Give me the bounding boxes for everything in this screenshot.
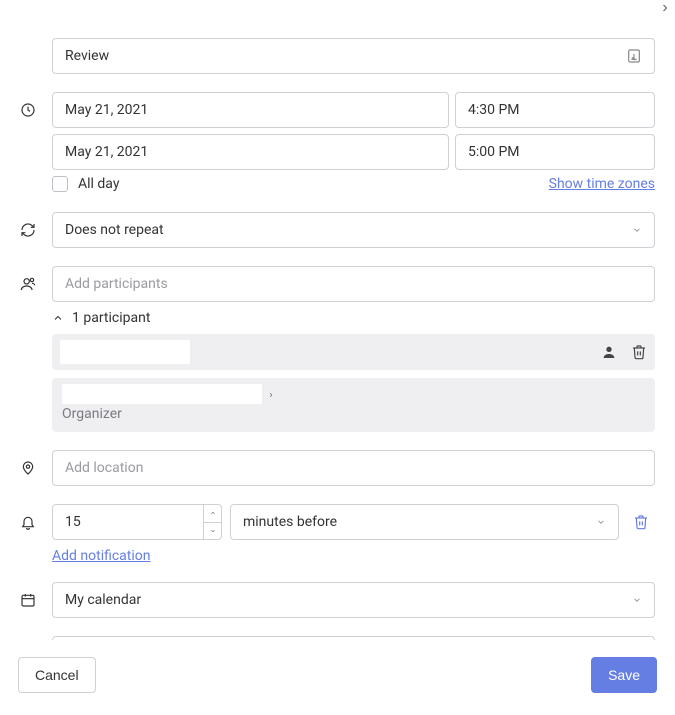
chevron-down-icon <box>596 517 606 527</box>
caret-right-icon: › <box>269 390 272 401</box>
add-notification-link[interactable]: Add notification <box>52 548 151 564</box>
end-time-value: 5:00 PM <box>468 144 520 160</box>
event-title-input[interactable]: Review <box>52 38 655 74</box>
repeat-icon <box>20 212 52 238</box>
checkbox-box <box>52 176 68 192</box>
event-title-value: Review <box>65 48 109 64</box>
start-date-value: May 21, 2021 <box>65 102 148 118</box>
location-placeholder: Add location <box>65 460 143 476</box>
description-icon <box>20 636 52 640</box>
notification-unit-value: minutes before <box>243 514 337 530</box>
calendar-icon <box>20 582 52 608</box>
spinner-up[interactable] <box>204 505 221 523</box>
save-button[interactable]: Save <box>591 657 657 693</box>
delete-notification-icon[interactable] <box>627 508 655 536</box>
end-date-value: May 21, 2021 <box>65 144 148 160</box>
notification-number-input[interactable]: 15 <box>52 504 222 540</box>
delete-participant-icon[interactable] <box>631 344 647 360</box>
calendar-value: My calendar <box>65 592 141 608</box>
participant-row <box>52 334 655 370</box>
expand-arrow-icon[interactable] <box>659 2 671 14</box>
save-title-icon[interactable] <box>626 48 642 64</box>
chevron-up-icon <box>52 312 64 324</box>
footer-bar: Cancel Save <box>0 641 675 715</box>
organizer-row: › Organizer <box>52 378 655 432</box>
cancel-button[interactable]: Cancel <box>18 657 96 693</box>
end-date-input[interactable]: May 21, 2021 <box>52 134 449 170</box>
bell-icon <box>20 504 52 530</box>
location-input[interactable]: Add location <box>52 450 655 486</box>
show-timezones-link[interactable]: Show time zones <box>549 176 655 192</box>
repeat-select[interactable]: Does not repeat <box>52 212 655 248</box>
chevron-down-icon <box>632 225 642 235</box>
start-date-input[interactable]: May 21, 2021 <box>52 92 449 128</box>
spinner-down[interactable] <box>204 523 221 540</box>
end-time-input[interactable]: 5:00 PM <box>455 134 655 170</box>
notification-number-value: 15 <box>53 505 203 539</box>
participants-input[interactable]: Add participants <box>52 266 655 302</box>
participants-icon <box>20 266 52 292</box>
organizer-name-redacted <box>62 384 262 404</box>
start-time-value: 4:30 PM <box>468 102 520 118</box>
all-day-label: All day <box>78 176 119 192</box>
calendar-select[interactable]: My calendar <box>52 582 655 618</box>
notification-unit-select[interactable]: minutes before <box>230 504 619 540</box>
organizer-label: Organizer <box>62 406 645 422</box>
chevron-down-icon <box>632 595 642 605</box>
participants-summary: 1 participant <box>72 310 150 326</box>
participants-toggle[interactable]: 1 participant <box>52 302 655 334</box>
all-day-checkbox[interactable]: All day <box>52 176 119 192</box>
location-icon <box>20 450 52 476</box>
contact-icon[interactable] <box>601 344 617 360</box>
description-input[interactable]: Add description <box>52 636 655 640</box>
participant-name-redacted <box>60 340 190 364</box>
start-time-input[interactable]: 4:30 PM <box>455 92 655 128</box>
clock-icon <box>20 92 52 118</box>
repeat-value: Does not repeat <box>65 222 164 238</box>
participants-placeholder: Add participants <box>65 276 168 292</box>
